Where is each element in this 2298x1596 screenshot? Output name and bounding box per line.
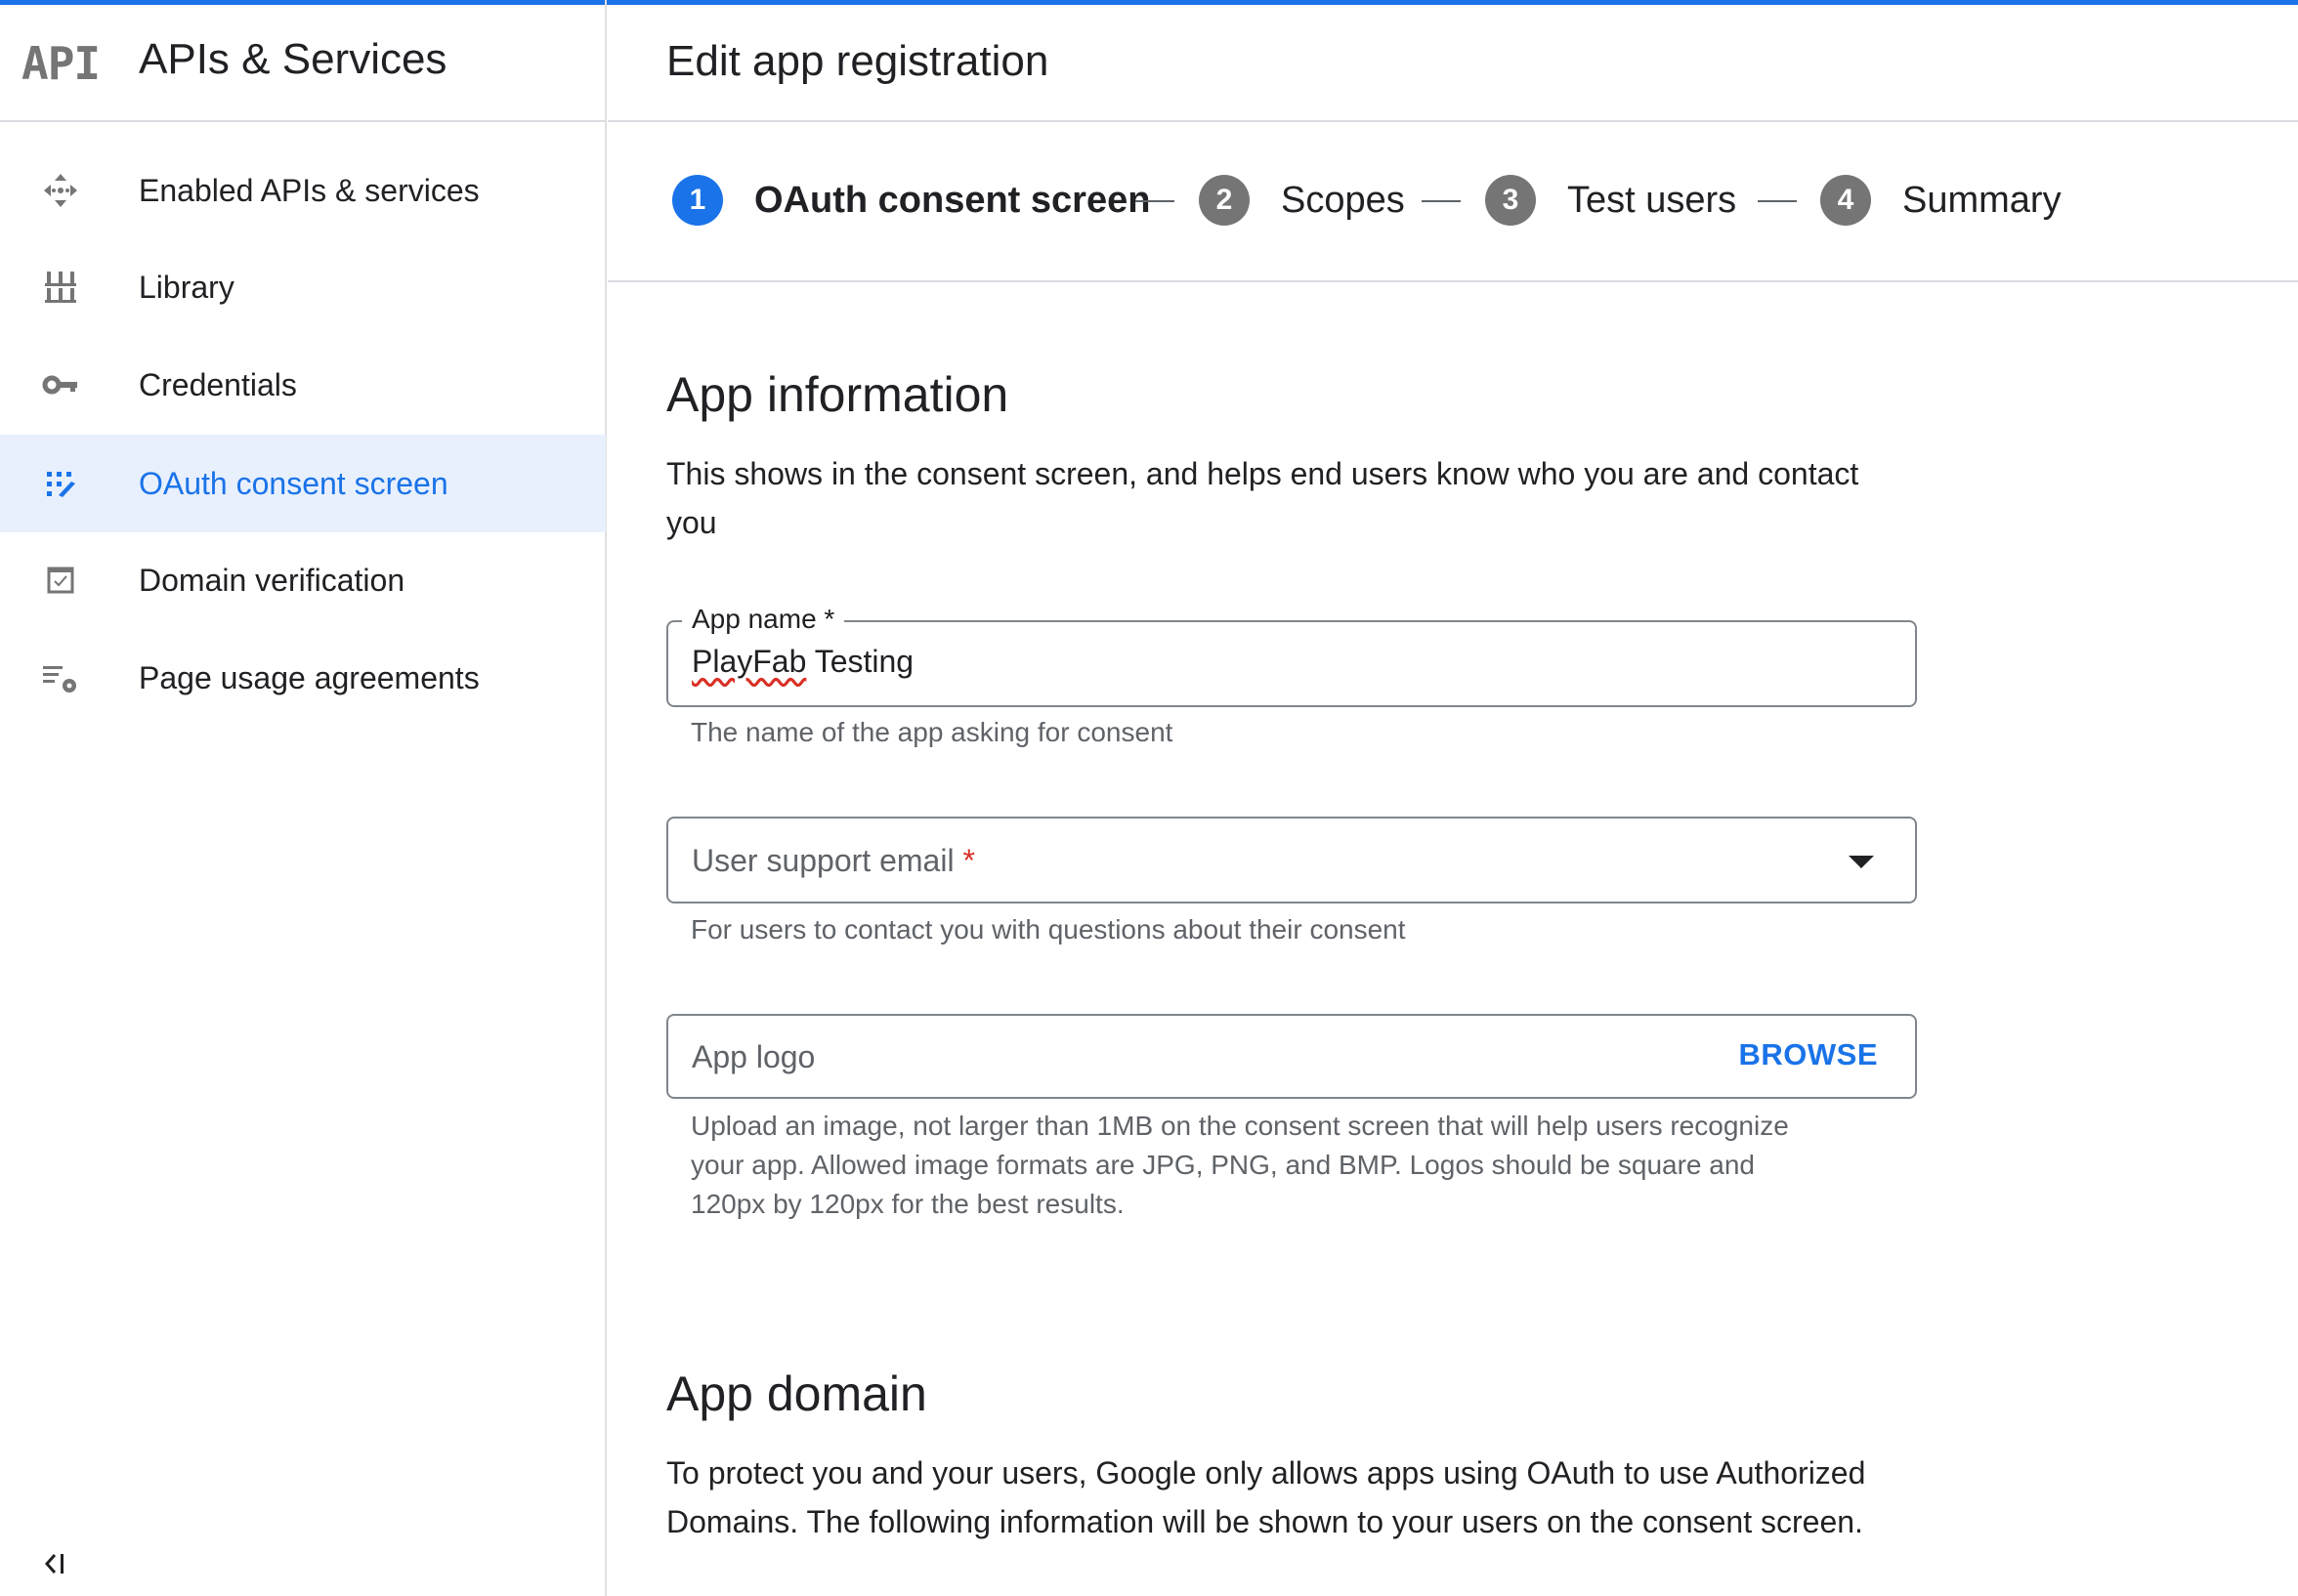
collapse-sidebar-icon[interactable] [41, 1549, 70, 1578]
app-domain-description: To protect you and your users, Google on… [666, 1449, 1936, 1546]
sidebar-item-label: Library [139, 269, 234, 305]
sidebar-item-label: Credentials [139, 366, 297, 402]
step-label: Test users [1567, 179, 1737, 221]
hint-line: your app. Allowed image formats are JPG,… [691, 1150, 1755, 1180]
app-logo-hint: Upload an image, not larger than 1MB on … [691, 1107, 1902, 1224]
hint-line: Upload an image, not larger than 1MB on … [691, 1111, 1789, 1141]
page-title: Edit app registration [666, 37, 1049, 85]
step-number-badge: 4 [1820, 175, 1871, 226]
library-icon [41, 268, 80, 307]
user-support-email-select[interactable]: User support email * [666, 817, 1917, 903]
sidebar-item-page-usage-agreements[interactable]: Page usage agreements [0, 629, 606, 727]
step-label: Scopes [1281, 179, 1405, 221]
step-number-badge: 3 [1485, 175, 1536, 226]
stepper: 1 OAuth consent screen 2 Scopes 3 Test u… [608, 122, 2298, 282]
step-number-badge: 1 [672, 175, 723, 226]
user-support-email-placeholder: User support email * [692, 843, 975, 879]
oauth-consent-icon [41, 464, 80, 503]
placeholder-text: User support email [692, 843, 955, 878]
app-name-label: App name * [682, 604, 845, 635]
app-domain-heading: App domain [666, 1366, 927, 1421]
sidebar-item-credentials[interactable]: Credentials [0, 336, 606, 434]
description-line: To protect you and your users, Google on… [666, 1455, 1866, 1491]
sidebar-item-label: Page usage agreements [139, 659, 480, 695]
app-name-value: Testing [806, 644, 915, 679]
user-support-email-hint: For users to contact you with questions … [691, 914, 1406, 945]
step-oauth-consent-screen[interactable]: 1 OAuth consent screen [672, 175, 1150, 226]
app-logo-placeholder: App logo [692, 1039, 816, 1074]
spellcheck-word: PlayFab [692, 644, 807, 679]
settings-list-icon [41, 658, 80, 697]
step-label: OAuth consent screen [754, 179, 1151, 221]
app-name-input[interactable]: PlayFab Testing [692, 644, 914, 680]
sidebar-item-library[interactable]: Library [0, 238, 606, 336]
step-label: Summary [1902, 179, 2062, 221]
enabled-apis-icon [41, 171, 80, 210]
step-connector [1135, 200, 1174, 202]
page-header: Edit app registration [608, 0, 2298, 122]
app-information-description: This shows in the consent screen, and he… [666, 449, 1936, 547]
sidebar-item-label: Enabled APIs & services [139, 172, 480, 208]
key-icon [41, 365, 80, 404]
description-line: Domains. The following information will … [666, 1504, 1863, 1539]
step-summary[interactable]: 4 Summary [1820, 175, 2062, 226]
step-connector [1422, 200, 1461, 202]
step-connector [1758, 200, 1797, 202]
api-logo-icon: API [21, 37, 101, 90]
sidebar-item-enabled-apis[interactable]: Enabled APIs & services [0, 142, 606, 239]
sidebar-item-label: Domain verification [139, 562, 405, 598]
browse-button[interactable]: BROWSE [1739, 1037, 1879, 1072]
product-title[interactable]: APIs & Services [139, 35, 447, 84]
step-scopes[interactable]: 2 Scopes [1199, 175, 1405, 226]
description-line: you [666, 505, 717, 540]
app-information-heading: App information [666, 367, 1009, 422]
sidebar-header: API APIs & Services [0, 0, 606, 122]
app-name-hint: The name of the app asking for consent [691, 717, 1173, 747]
required-mark: * [962, 843, 975, 878]
step-test-users[interactable]: 3 Test users [1485, 175, 1736, 226]
app-logo-field[interactable]: App logo BROWSE [666, 1014, 1917, 1099]
step-number-badge: 2 [1199, 175, 1250, 226]
checkbox-icon [41, 561, 80, 600]
dropdown-arrow-icon[interactable] [1849, 856, 1874, 868]
sidebar-item-oauth-consent-screen[interactable]: OAuth consent screen [0, 435, 606, 532]
app-name-field[interactable]: App name * PlayFab Testing [666, 604, 1917, 707]
sidebar-item-domain-verification[interactable]: Domain verification [0, 531, 606, 629]
sidebar: API APIs & Services Enabled APIs & servi… [0, 0, 607, 1596]
description-line: This shows in the consent screen, and he… [666, 456, 1859, 491]
hint-line: 120px by 120px for the best results. [691, 1189, 1125, 1219]
sidebar-item-label: OAuth consent screen [139, 465, 448, 501]
